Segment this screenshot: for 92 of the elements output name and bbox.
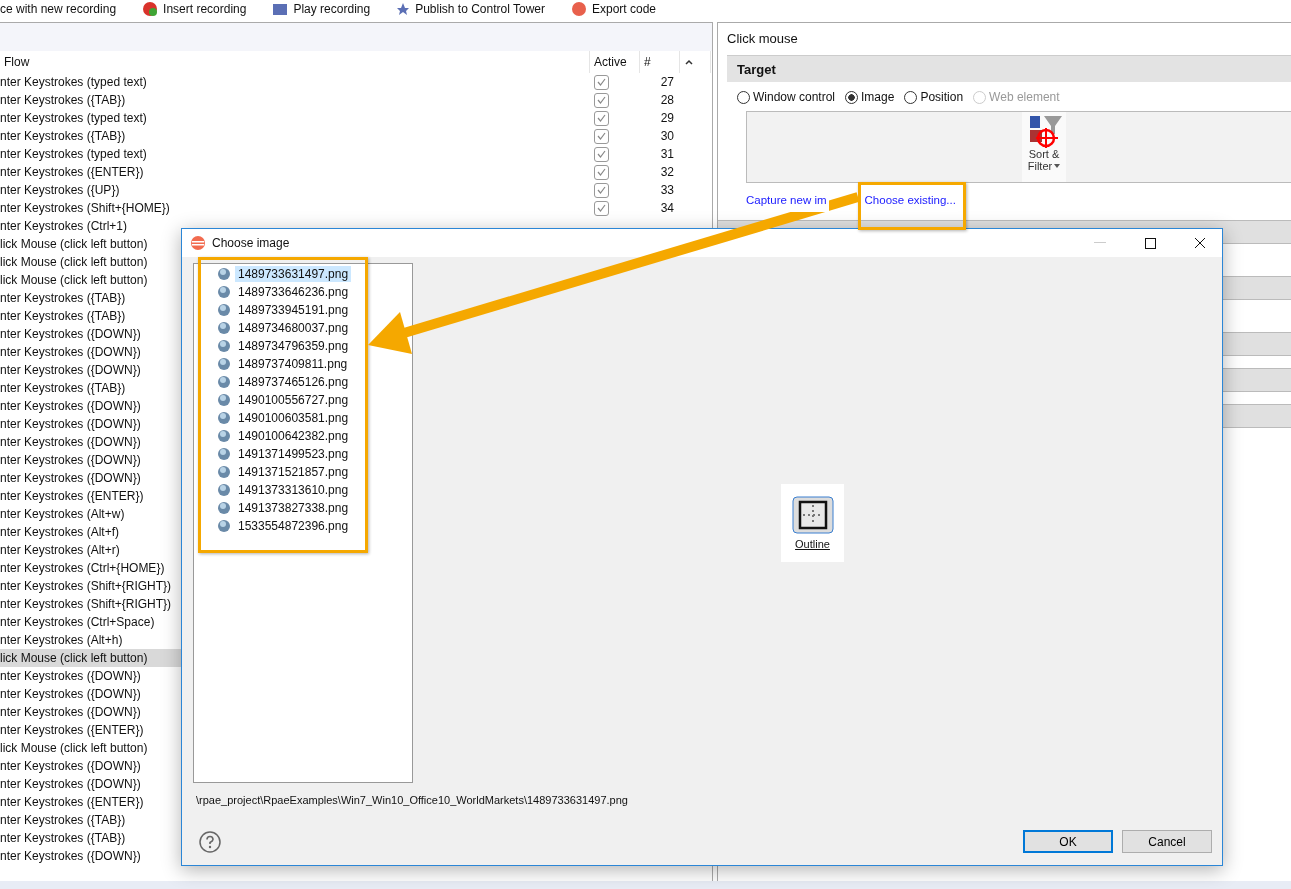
toolbar-button[interactable]: Export code (571, 1, 657, 17)
radio-dot[interactable] (845, 90, 859, 104)
close-icon[interactable] (1194, 237, 1206, 249)
flow-cell[interactable]: nter Keystrokes ({ENTER}) (0, 163, 590, 181)
preview-image: Outline (781, 484, 844, 562)
panel-title: Click mouse (727, 31, 799, 48)
globe-icon (218, 394, 230, 406)
globe-icon (218, 448, 230, 460)
number-cell-text: 27 (659, 74, 675, 91)
file-item[interactable]: 1491371521857.png (235, 464, 352, 480)
number-cell-text: 34 (659, 200, 675, 217)
check-icon (597, 204, 606, 212)
captured-image: Sort & Filter (1022, 112, 1066, 182)
toolbar-button[interactable]: ce with new recording (0, 2, 117, 16)
file-item[interactable]: 1489733631497.png (235, 266, 352, 282)
toolbar-button[interactable]: Play recording (272, 2, 371, 16)
file-path: \rpae_project\RpaeExamples\Win7_Win10_Office10_WorldMarkets\1489733631497.png (195, 794, 629, 808)
check-icon (597, 96, 606, 104)
toolbar-button[interactable]: Insert recording (142, 1, 247, 17)
globe-icon (218, 466, 230, 478)
globe-icon (218, 376, 230, 388)
flow-cell[interactable]: nter Keystrokes (typed text) (0, 109, 590, 127)
number-cell-text: 31 (659, 146, 675, 163)
globe-icon (218, 484, 230, 496)
section-header[interactable]: Target (727, 55, 1291, 82)
flow-cell[interactable]: nter Keystrokes ({UP}) (0, 181, 590, 199)
target-radio[interactable]: Window control (737, 88, 836, 106)
globe-icon (218, 340, 230, 352)
file-item[interactable]: 1491371499523.png (235, 446, 352, 462)
file-item[interactable]: 1489737465126.png (235, 374, 352, 390)
number-cell-text: 28 (659, 92, 675, 109)
active-checkbox[interactable] (594, 110, 609, 126)
active-checkbox[interactable] (594, 200, 609, 216)
check-icon (597, 186, 606, 194)
check-icon (597, 114, 606, 122)
radio-dot[interactable] (904, 90, 918, 104)
check-icon (597, 168, 606, 176)
globe-icon (218, 412, 230, 424)
file-item[interactable]: 1491373827338.png (235, 500, 352, 516)
globe-icon (218, 304, 230, 316)
maximize-icon[interactable] (1144, 237, 1156, 249)
image-link[interactable]: Capture new im (746, 194, 829, 212)
radio-dot[interactable] (737, 90, 750, 104)
dialog-title: Choose image (212, 236, 291, 250)
globe-icon (218, 520, 230, 532)
dialog-button[interactable]: OK (1023, 830, 1113, 853)
file-item[interactable]: 1489734796359.png (235, 338, 352, 354)
check-icon (597, 78, 606, 86)
flow-cell[interactable]: nter Keystrokes (typed text) (0, 145, 590, 163)
active-checkbox[interactable] (594, 74, 609, 90)
app-icon (190, 235, 206, 251)
flow-cell[interactable]: nter Keystrokes (Shift+{HOME}) (0, 199, 590, 217)
file-item[interactable]: 1489734680037.png (235, 320, 352, 336)
file-item[interactable]: 1489733646236.png (235, 284, 352, 300)
file-item[interactable]: 1491373313610.png (235, 482, 352, 498)
number-cell-text: 32 (659, 164, 675, 181)
active-checkbox[interactable] (594, 146, 609, 162)
number-cell-text: 29 (659, 110, 675, 127)
dialog-button[interactable]: Cancel (1122, 830, 1212, 853)
target-radio[interactable]: Position (904, 88, 964, 106)
column-header[interactable]: Active (590, 51, 640, 73)
file-item[interactable]: 1489733945191.png (235, 302, 352, 318)
column-header[interactable]: Flow (0, 51, 590, 73)
active-checkbox[interactable] (594, 182, 609, 198)
active-checkbox[interactable] (594, 92, 609, 108)
column-header[interactable]: # (640, 51, 680, 73)
globe-icon (218, 358, 230, 370)
flow-cell[interactable]: nter Keystrokes ({TAB}) (0, 91, 590, 109)
scroll-up-icon[interactable] (684, 58, 694, 66)
active-checkbox[interactable] (594, 128, 609, 144)
file-item[interactable]: 1490100603581.png (235, 410, 352, 426)
record-icon (142, 1, 159, 17)
globe-icon (218, 430, 230, 442)
number-cell-text: 33 (659, 182, 675, 199)
check-icon (597, 150, 606, 158)
globe-icon (218, 268, 230, 280)
target-radio[interactable]: Image (845, 88, 895, 106)
flow-cell[interactable]: nter Keystrokes (typed text) (0, 73, 590, 91)
globe-icon (218, 502, 230, 514)
help-icon[interactable] (199, 830, 221, 853)
star-icon (396, 2, 411, 16)
number-cell-text: 30 (659, 128, 675, 145)
file-item[interactable]: 1490100556727.png (235, 392, 352, 408)
globe-icon (218, 286, 230, 298)
file-item[interactable]: 1533554872396.png (235, 518, 352, 534)
active-checkbox[interactable] (594, 164, 609, 180)
toolbar-button[interactable]: Publish to Control Tower (396, 2, 545, 16)
file-item[interactable]: 1490100642382.png (235, 428, 352, 444)
file-item[interactable]: 1489737409811.png (235, 356, 351, 372)
globe-icon (218, 322, 230, 334)
check-icon (597, 132, 606, 140)
flow-cell[interactable]: nter Keystrokes ({TAB}) (0, 127, 590, 145)
